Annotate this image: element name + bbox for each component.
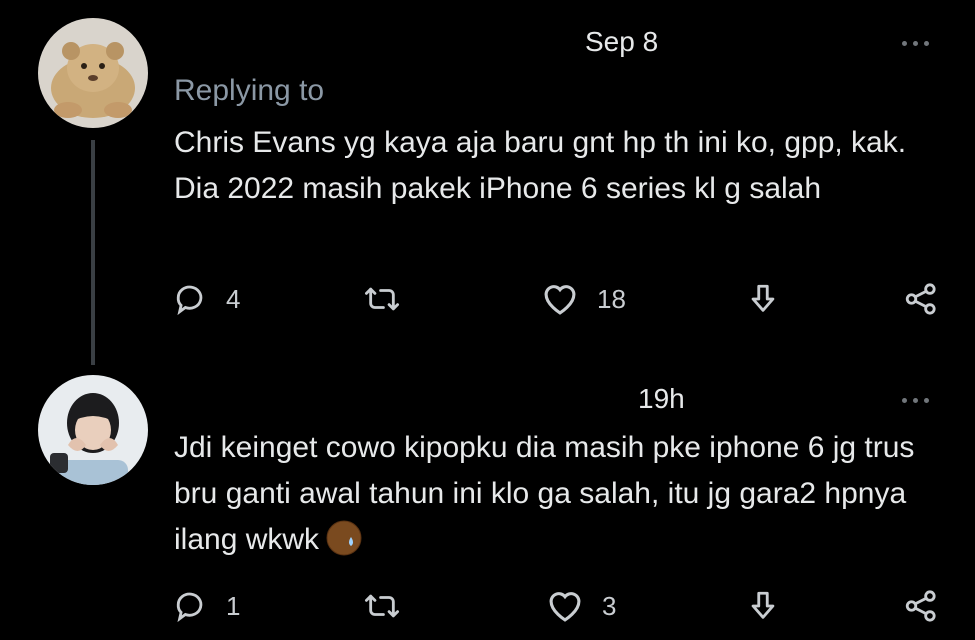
share-icon <box>905 283 936 315</box>
tweet-1[interactable]: Sep 8 Replying to Chris Evans yg kaya aj… <box>0 0 975 365</box>
share-button[interactable] <box>901 589 939 623</box>
avatar[interactable] <box>38 375 148 485</box>
person-avatar-icon <box>38 375 148 485</box>
avatar[interactable] <box>38 18 148 128</box>
more-options-icon[interactable] <box>902 395 938 405</box>
reply-icon <box>176 285 203 316</box>
tweet-text: Chris Evans yg kaya aja baru gnt hp th i… <box>174 126 907 205</box>
heart-icon <box>549 592 581 622</box>
thread-line <box>91 140 95 365</box>
retweet-icon <box>365 287 400 311</box>
retweet-button[interactable] <box>362 282 402 316</box>
download-icon <box>751 591 775 619</box>
heart-icon <box>544 285 576 315</box>
download-button[interactable] <box>746 282 780 316</box>
action-bar: 4 18 <box>174 282 944 322</box>
share-button[interactable] <box>901 282 939 316</box>
timestamp[interactable]: 19h <box>638 383 685 415</box>
reply-button[interactable]: 1 <box>174 589 240 623</box>
like-button[interactable]: 3 <box>546 589 616 623</box>
more-options-icon[interactable] <box>902 38 938 48</box>
retweet-icon <box>365 594 400 618</box>
download-icon <box>751 284 775 312</box>
share-icon <box>905 590 936 622</box>
reply-count: 1 <box>226 590 241 621</box>
reply-count: 4 <box>226 283 241 314</box>
action-bar: 1 3 <box>174 589 944 629</box>
reply-icon <box>176 592 203 623</box>
like-button[interactable]: 18 <box>541 282 626 316</box>
retweet-button[interactable] <box>362 589 402 623</box>
timestamp[interactable]: Sep 8 <box>585 26 658 58</box>
download-button[interactable] <box>746 589 780 623</box>
replying-to-label: Replying to <box>174 74 325 107</box>
like-count: 18 <box>597 283 626 314</box>
like-count: 3 <box>602 590 617 621</box>
tweet-text: Jdi keinget cowo kipopku dia masih pke i… <box>174 425 934 563</box>
sweat-emoji-icon <box>325 519 363 557</box>
reply-button[interactable]: 4 <box>174 282 240 316</box>
tweet-text-content: Jdi keinget cowo kipopku dia masih pke i… <box>174 431 915 556</box>
lion-cub-avatar-icon <box>38 18 148 128</box>
tweet-2[interactable]: 19h Jdi keinget cowo kipopku dia masih p… <box>0 365 975 640</box>
